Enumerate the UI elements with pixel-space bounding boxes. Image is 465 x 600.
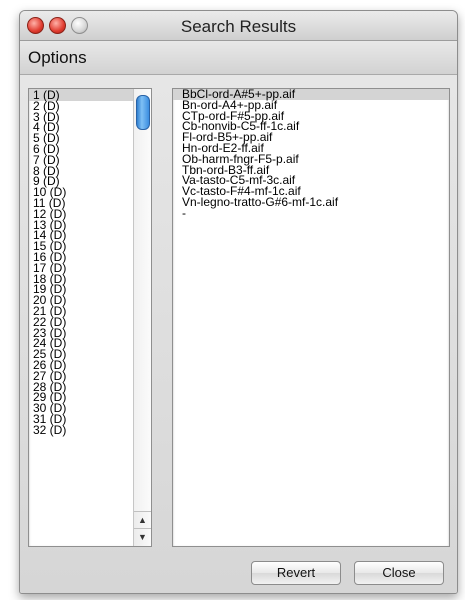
menu-bar: Options bbox=[20, 41, 457, 75]
scroll-thumb[interactable] bbox=[136, 95, 150, 130]
list-item[interactable]: - bbox=[173, 207, 449, 219]
sound-file-items: BbCl-ord-A#5+-pp.aif Bn-ord-A4+-pp.aif CTp… bbox=[173, 88, 449, 219]
result-index-list[interactable]: 1 (D) 2 (D) 3 (D) 4 (D) 5 (D) 6 (D) 7 (D) 8 (D)… bbox=[28, 88, 152, 547]
vertical-scrollbar[interactable]: ▲ ▼ bbox=[133, 89, 151, 546]
content-panel: 1 (D) 2 (D) 3 (D) 4 (D) 5 (D) 6 (D) 7 (D) 8 (D)… bbox=[20, 75, 457, 593]
list-item[interactable]: Vn-legno-tratto-G#6-mf-1c.aif bbox=[173, 196, 449, 208]
search-results-window: Search Results Options 1 (D) 2 (D) 3 (D) 4 … bbox=[19, 10, 458, 594]
options-menu[interactable]: Options bbox=[28, 48, 87, 68]
window-title: Search Results bbox=[180, 17, 297, 36]
title-bar: Search Results bbox=[20, 11, 457, 41]
revert-button[interactable]: Revert bbox=[251, 561, 341, 585]
scroll-down-icon[interactable]: ▼ bbox=[134, 528, 151, 546]
list-item[interactable]: 32 (D) bbox=[29, 424, 133, 436]
scroll-up-icon[interactable]: ▲ bbox=[134, 511, 151, 529]
close-button[interactable]: Close bbox=[354, 561, 444, 585]
result-index-items: 1 (D) 2 (D) 3 (D) 4 (D) 5 (D) 6 (D) 7 (D) 8 (D)… bbox=[29, 89, 133, 436]
sound-file-list[interactable]: BbCl-ord-A#5+-pp.aif Bn-ord-A4+-pp.aif CTp… bbox=[172, 88, 450, 547]
